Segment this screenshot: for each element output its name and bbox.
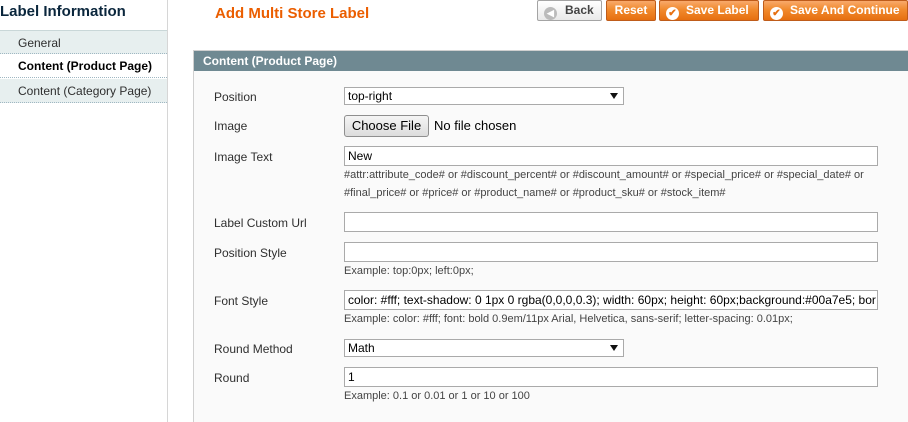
position-select-value: top-right <box>348 89 393 103</box>
tab-content-product-page[interactable]: Content (Product Page) <box>0 54 167 78</box>
position-style-note: Example: top:0px; left:0px; <box>344 265 474 277</box>
page-title: Add Multi Store Label <box>215 5 370 22</box>
save-label-button[interactable]: ✔ Save Label <box>659 0 759 21</box>
position-select[interactable]: top-right <box>344 87 624 105</box>
custom-url-input[interactable] <box>344 212 878 232</box>
font-style-note: Example: color: #fff; font: bold 0.9em/1… <box>344 313 793 325</box>
position-label: Position <box>214 90 257 104</box>
tab-content-category-page[interactable]: Content (Category Page) <box>0 79 167 103</box>
save-label-button-label: Save Label <box>686 3 749 17</box>
round-method-label: Round Method <box>214 342 293 356</box>
sidebar-title: Label Information <box>0 3 126 20</box>
checkmark-icon: ✔ <box>770 7 783 20</box>
round-note: Example: 0.1 or 0.01 or 1 or 10 or 100 <box>344 390 530 402</box>
image-text-note-line1: #attr:attribute_code# or #discount_perce… <box>344 169 864 181</box>
chevron-down-icon <box>610 345 618 351</box>
round-method-select[interactable]: Math <box>344 339 624 357</box>
reset-button[interactable]: Reset <box>606 0 656 21</box>
image-text-input[interactable]: New <box>344 146 878 166</box>
back-button-label: Back <box>565 3 594 17</box>
checkmark-icon: ✔ <box>666 7 679 20</box>
chevron-down-icon <box>610 93 618 99</box>
sidebar: Label Information General Content (Produ… <box>0 0 168 422</box>
tab-general[interactable]: General <box>0 30 167 54</box>
image-text-note-line2: #final_price# or #price# or #product_nam… <box>344 187 726 199</box>
reset-button-label: Reset <box>614 3 648 17</box>
arrow-left-icon: ◀ <box>544 7 557 20</box>
fieldset-header: Content (Product Page) <box>194 51 908 71</box>
font-style-label: Font Style <box>214 294 269 308</box>
position-style-input[interactable] <box>344 242 878 262</box>
round-label: Round <box>214 371 250 385</box>
back-button[interactable]: ◀ Back <box>537 0 602 21</box>
round-method-select-value: Math <box>348 341 375 355</box>
save-and-continue-button[interactable]: ✔ Save And Continue <box>763 0 908 21</box>
image-label: Image <box>214 119 248 133</box>
save-and-continue-button-label: Save And Continue <box>790 3 900 17</box>
round-input[interactable]: 1 <box>344 367 878 387</box>
choose-file-button[interactable]: Choose File <box>344 115 429 137</box>
font-style-input[interactable]: color: #fff; text-shadow: 0 1px 0 rgba(0… <box>344 290 878 310</box>
image-text-label: Image Text <box>214 150 273 164</box>
file-status: No file chosen <box>434 118 517 133</box>
position-style-label: Position Style <box>214 246 287 260</box>
custom-url-label: Label Custom Url <box>214 216 307 230</box>
